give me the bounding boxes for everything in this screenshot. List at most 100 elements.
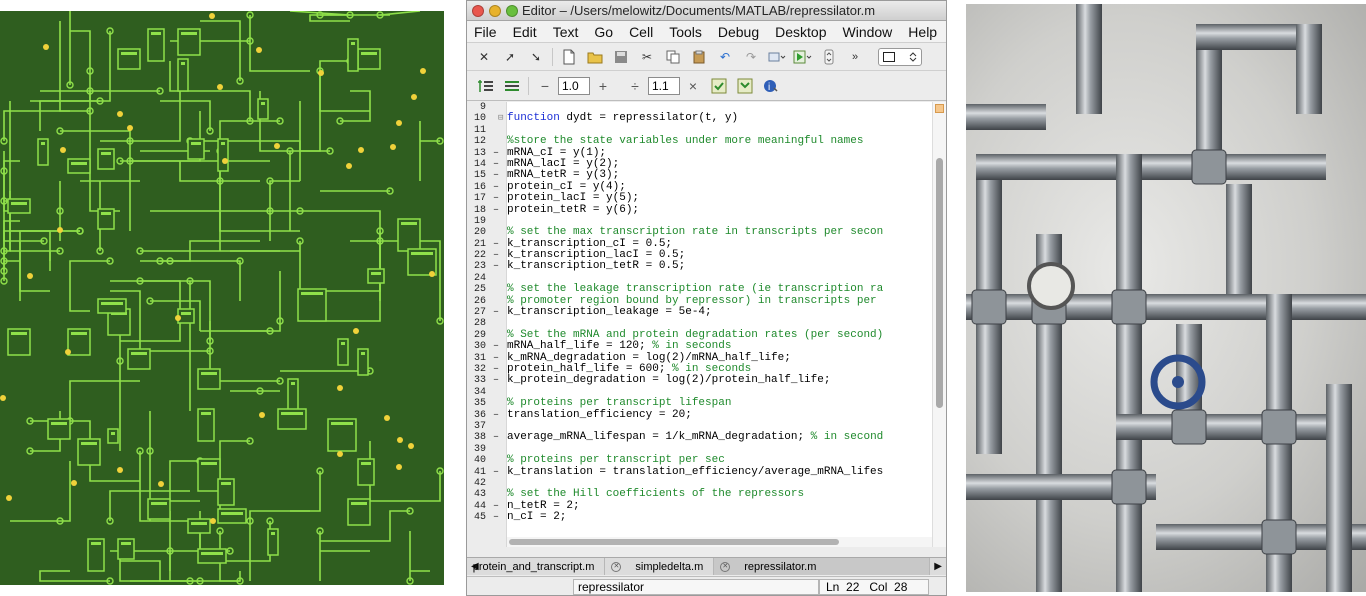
layout-select[interactable] [878, 47, 922, 66]
title-bar[interactable]: Editor – /Users/melowitz/Documents/MATLA… [467, 1, 946, 21]
divide-button[interactable]: ÷ [622, 78, 648, 94]
insert-cell-icon[interactable] [473, 75, 499, 97]
breakpoint-marker[interactable]: – [489, 239, 507, 250]
close-icon[interactable]: ✕ [471, 46, 497, 68]
breakpoint-marker[interactable] [489, 478, 507, 489]
fold-toggle-icon[interactable]: ⊟ [498, 113, 507, 124]
breakpoint-marker[interactable]: – [489, 432, 507, 443]
breakpoint-marker[interactable] [489, 136, 507, 147]
code-line[interactable]: 45– n_cI = 2; [467, 511, 932, 523]
breakpoint-marker[interactable] [489, 216, 507, 227]
menu-go[interactable]: Go [586, 24, 621, 40]
code-line[interactable]: 38– average_mRNA_lifespan = 1/k_mRNA_degr… [467, 431, 932, 443]
code-line[interactable]: 18– protein_tetR = y(6); [467, 204, 932, 216]
code-line[interactable]: 25 % set the leakage transcription rate (… [467, 283, 932, 295]
menu-tools[interactable]: Tools [661, 24, 710, 40]
close-window-button[interactable] [472, 4, 484, 17]
breakpoint-marker[interactable]: – [489, 501, 507, 512]
warning-marker-icon[interactable] [935, 104, 944, 113]
breakpoint-marker[interactable]: – [489, 410, 507, 421]
cut-icon[interactable]: ✂ [634, 46, 660, 68]
breakpoint-marker[interactable]: – [489, 307, 507, 318]
breakpoint-marker[interactable]: – [489, 159, 507, 170]
breakpoint-marker[interactable] [489, 387, 507, 398]
tab-protein-and-transcript[interactable]: protein_and_transcript.m [473, 558, 606, 575]
breakpoint-marker[interactable]: – [489, 353, 507, 364]
breakpoint-marker[interactable]: – [489, 261, 507, 272]
menu-cell[interactable]: Cell [621, 24, 661, 40]
menu-debug[interactable]: Debug [710, 24, 767, 40]
breakpoint-marker[interactable] [489, 330, 507, 341]
increment-button[interactable]: + [590, 78, 616, 94]
run-icon[interactable] [790, 46, 816, 68]
multiply-button[interactable]: × [680, 78, 706, 94]
breakpoint-marker[interactable] [489, 455, 507, 466]
copy-icon[interactable] [660, 46, 686, 68]
cell-value-field-2[interactable]: 1.1 [648, 76, 680, 95]
breakpoint-marker[interactable] [489, 398, 507, 409]
breakpoint-marker[interactable] [489, 102, 507, 113]
new-file-icon[interactable] [556, 46, 582, 68]
code-line[interactable]: 33– k_protein_degradation = log(2)/protei… [467, 374, 932, 386]
save-icon[interactable] [608, 46, 634, 68]
code-line[interactable]: 10 ⊟ function dydt = repressilator(t, y) [467, 112, 932, 124]
breakpoint-marker[interactable]: – [489, 205, 507, 216]
vertical-scroll-thumb[interactable] [936, 158, 943, 408]
code-line[interactable]: 36– translation_efficiency = 20; [467, 409, 932, 421]
menu-file[interactable]: File [467, 24, 505, 40]
redo-icon[interactable]: ↷ [738, 46, 764, 68]
help-icon[interactable]: i [758, 75, 784, 97]
tab-scroll-right-icon[interactable]: ▶ [930, 561, 946, 572]
overflow-icon[interactable]: » [842, 46, 868, 68]
arrow-down-icon[interactable]: ➘ [523, 46, 549, 68]
breakpoint-marker[interactable] [489, 284, 507, 295]
find-icon[interactable] [764, 46, 790, 68]
breakpoint-marker[interactable]: – [489, 170, 507, 181]
zoom-window-button[interactable] [506, 4, 518, 17]
code-line[interactable]: 41– k_translation = translation_efficienc… [467, 466, 932, 478]
paste-icon[interactable] [686, 46, 712, 68]
stepper-icon[interactable] [816, 46, 842, 68]
evaluate-advance-icon[interactable] [732, 75, 758, 97]
breakpoint-marker[interactable]: – [489, 250, 507, 261]
close-tab-icon[interactable]: ✕ [720, 561, 731, 572]
breakpoint-marker[interactable] [489, 444, 507, 455]
breakpoint-marker[interactable] [489, 318, 507, 329]
remove-cell-icon[interactable] [499, 75, 525, 97]
code-line[interactable]: 35 % proteins per transcript lifespan [467, 397, 932, 409]
menu-desktop[interactable]: Desktop [767, 24, 834, 40]
breakpoint-marker[interactable]: – [489, 341, 507, 352]
menu-text[interactable]: Text [545, 24, 587, 40]
breakpoint-marker[interactable] [489, 125, 507, 136]
menu-window[interactable]: Window [835, 24, 901, 40]
open-folder-icon[interactable] [582, 46, 608, 68]
breakpoint-marker[interactable] [489, 227, 507, 238]
breakpoint-marker[interactable] [489, 421, 507, 432]
evaluate-cell-icon[interactable] [706, 75, 732, 97]
code-line[interactable]: 27– k_transcription_leakage = 5e-4; [467, 306, 932, 318]
code-line[interactable]: 20 % set the max transcription rate in tr… [467, 226, 932, 238]
breakpoint-marker[interactable] [489, 273, 507, 284]
breakpoint-marker[interactable]: – [489, 364, 507, 375]
code-line[interactable]: 17– protein_lacI = y(5); [467, 192, 932, 204]
code-line[interactable]: 40 % proteins per transcript per sec [467, 454, 932, 466]
breakpoint-marker[interactable]: – [489, 193, 507, 204]
tab-repressilator[interactable]: ✕ repressilator.m [714, 558, 931, 575]
breakpoint-marker[interactable]: – [489, 375, 507, 386]
code-line[interactable]: 30– mRNA_half_life = 120; % in seconds [467, 340, 932, 352]
close-tab-icon[interactable]: ✕ [611, 561, 622, 572]
arrow-icon[interactable]: ➚ [497, 46, 523, 68]
menu-help[interactable]: Help [900, 24, 945, 40]
vertical-scrollbar[interactable] [932, 102, 946, 547]
breakpoint-marker[interactable]: – [489, 148, 507, 159]
breakpoint-marker[interactable] [489, 296, 507, 307]
horizontal-scroll-thumb[interactable] [509, 539, 839, 545]
undo-icon[interactable]: ↶ [712, 46, 738, 68]
menu-edit[interactable]: Edit [505, 24, 545, 40]
breakpoint-marker[interactable]: – [489, 182, 507, 193]
code-line[interactable]: 43 % set the Hill coefficients of the rep… [467, 488, 932, 500]
breakpoint-marker[interactable]: – [489, 512, 507, 523]
cell-value-field-1[interactable]: 1.0 [558, 76, 590, 95]
breakpoint-marker[interactable] [489, 489, 507, 500]
code-editor-pane[interactable]: 9 10 ⊟ function dydt = repressilator(t, y) 1… [467, 102, 946, 547]
